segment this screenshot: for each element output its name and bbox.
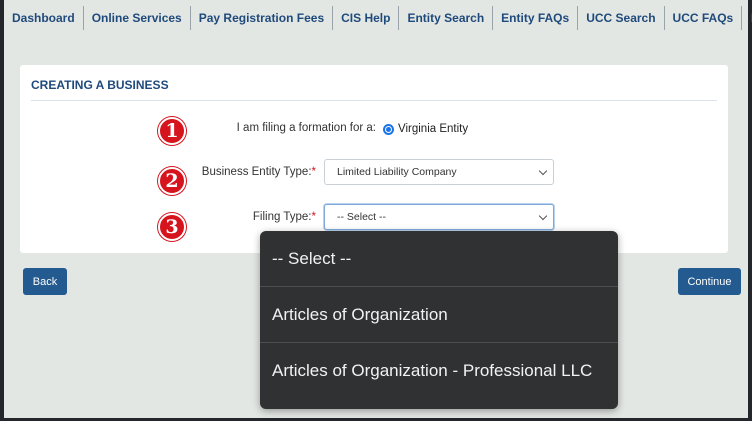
filing-type-value: -- Select -- bbox=[337, 211, 387, 223]
nav-pay-registration-fees[interactable]: Pay Registration Fees bbox=[191, 6, 334, 30]
step-badge-2: 2 bbox=[158, 167, 186, 195]
chevron-down-icon bbox=[538, 166, 548, 176]
continue-button[interactable]: Continue bbox=[678, 268, 741, 295]
virginia-entity-label: Virginia Entity bbox=[398, 123, 469, 135]
nav-ucc-faqs[interactable]: UCC FAQs bbox=[665, 6, 743, 30]
radio-selected-icon[interactable] bbox=[383, 123, 394, 135]
required-marker: * bbox=[311, 166, 316, 178]
entity-type-label: Business Entity Type:* bbox=[202, 166, 316, 178]
nav-entity-faqs[interactable]: Entity FAQs bbox=[493, 6, 579, 30]
nav-ucc-search[interactable]: UCC Search bbox=[578, 6, 665, 30]
dropdown-option-select[interactable]: -- Select -- bbox=[260, 231, 618, 287]
dropdown-option-articles-of-organization[interactable]: Articles of Organization bbox=[260, 287, 618, 343]
required-marker: * bbox=[311, 211, 316, 223]
virginia-entity-radio[interactable]: Virginia Entity bbox=[383, 123, 468, 135]
nav-cis-help[interactable]: CIS Help bbox=[333, 6, 400, 30]
card-divider bbox=[31, 100, 717, 101]
nav-entity-search[interactable]: Entity Search bbox=[399, 6, 494, 30]
dropdown-option-articles-professional-llc[interactable]: Articles of Organization - Professional … bbox=[260, 343, 618, 399]
filing-for-label: I am filing a formation for a: bbox=[236, 122, 376, 134]
entity-type-value: Limited Liability Company bbox=[337, 166, 457, 178]
filing-type-label-text: Filing Type: bbox=[252, 211, 312, 223]
filing-type-select[interactable]: -- Select -- bbox=[324, 204, 554, 230]
back-button[interactable]: Back bbox=[23, 268, 67, 295]
chevron-down-icon bbox=[538, 211, 548, 221]
entity-type-select[interactable]: Limited Liability Company bbox=[324, 159, 554, 185]
entity-type-label-text: Business Entity Type: bbox=[201, 166, 312, 178]
nav-profile[interactable]: Profile bbox=[742, 6, 752, 30]
filing-type-label: Filing Type:* bbox=[253, 211, 316, 223]
nav-dashboard[interactable]: Dashboard bbox=[4, 6, 84, 30]
filing-type-dropdown: -- Select -- Articles of Organization Ar… bbox=[260, 231, 618, 409]
top-nav: Dashboard Online Services Pay Registrati… bbox=[4, 6, 752, 30]
step-badge-1: 1 bbox=[158, 117, 186, 145]
card-title: CREATING A BUSINESS bbox=[31, 78, 169, 92]
step-badge-3: 3 bbox=[158, 213, 186, 241]
nav-online-services[interactable]: Online Services bbox=[84, 6, 191, 30]
